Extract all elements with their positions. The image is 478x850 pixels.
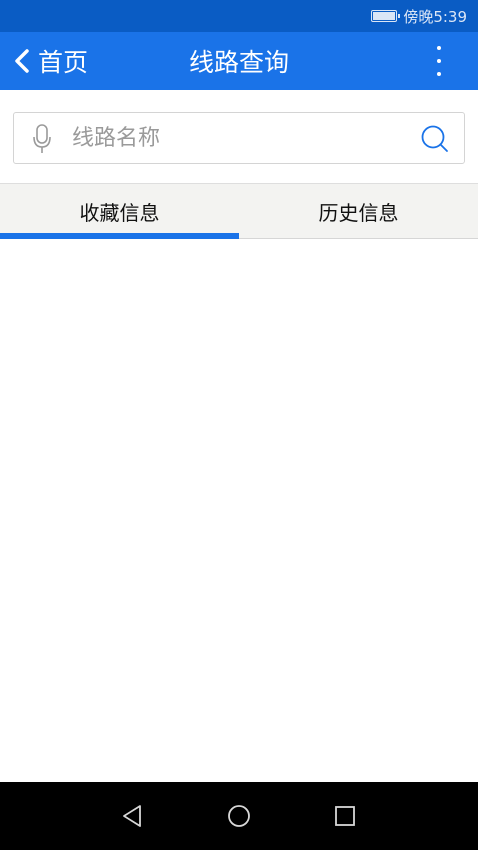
tab-history-label: 历史信息 (318, 200, 399, 225)
app-bar: 首页 线路查询 (0, 32, 478, 90)
more-options-button[interactable] (426, 46, 452, 76)
back-button[interactable]: 首页 (14, 32, 88, 90)
chevron-left-icon (15, 49, 29, 73)
microphone-icon[interactable] (32, 124, 52, 154)
favorites-list (0, 239, 478, 782)
tab-bar: 收藏信息 历史信息 (0, 183, 478, 239)
route-search-input[interactable] (72, 113, 412, 163)
more-vertical-icon (437, 46, 441, 50)
tab-history[interactable]: 历史信息 (239, 184, 478, 238)
status-time: 傍晚5:39 (403, 7, 467, 26)
tab-favorites-label: 收藏信息 (79, 200, 160, 225)
battery-full-icon (371, 10, 401, 22)
system-nav-bar (0, 782, 478, 850)
nav-recents-icon[interactable] (334, 804, 356, 828)
status-bar: 傍晚5:39 (0, 0, 478, 32)
nav-home-icon[interactable] (227, 804, 251, 828)
back-label: 首页 (38, 48, 89, 77)
search-icon[interactable] (420, 124, 450, 154)
search-box (13, 112, 465, 164)
nav-back-icon[interactable] (120, 804, 144, 828)
tab-favorites[interactable]: 收藏信息 (0, 184, 239, 239)
